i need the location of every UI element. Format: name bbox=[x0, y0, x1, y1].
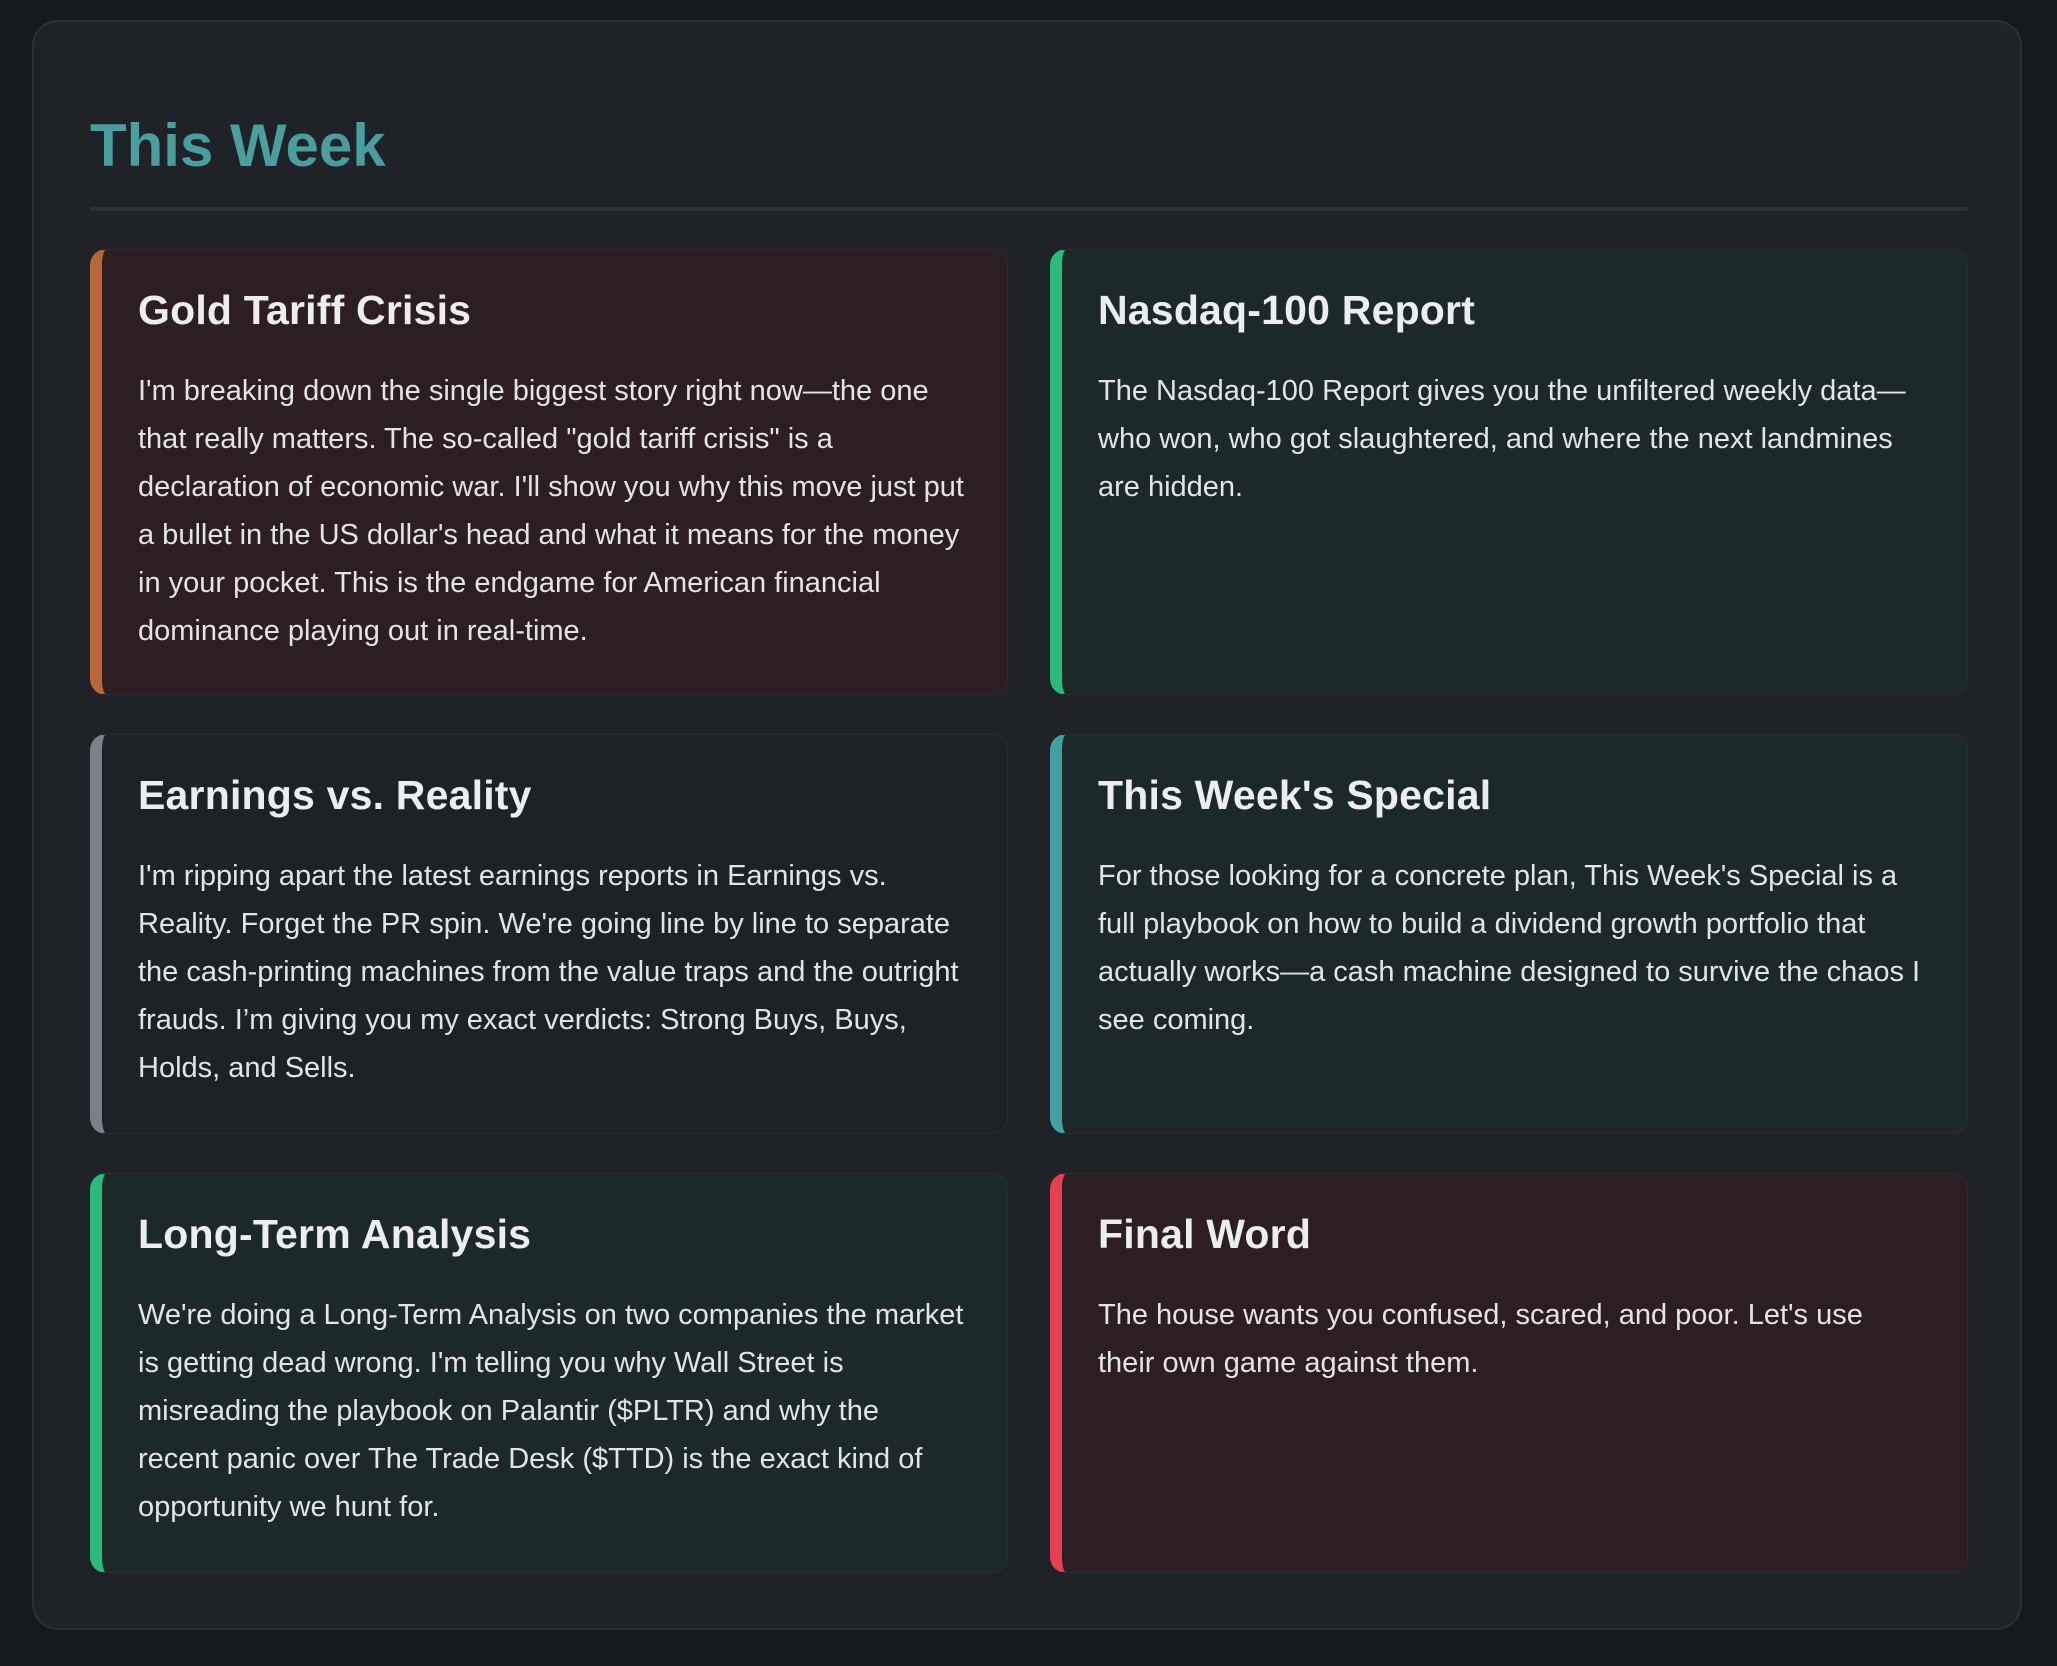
card-gold-tariff-crisis: Gold Tariff Crisis I'm breaking down the… bbox=[90, 249, 1008, 695]
card-title: Gold Tariff Crisis bbox=[138, 287, 472, 333]
card-this-weeks-special: This Week's Special For those looking fo… bbox=[1050, 734, 1968, 1134]
card-title: This Week's Special bbox=[1098, 772, 1492, 818]
card-body: For those looking for a concrete plan, T… bbox=[1098, 860, 1921, 1037]
card-body: I'm ripping apart the latest earnings re… bbox=[138, 860, 959, 1085]
card-earnings-vs-reality: Earnings vs. Reality I'm ripping apart t… bbox=[90, 734, 1008, 1134]
section-grid: Gold Tariff Crisis I'm breaking down the… bbox=[90, 249, 1968, 1573]
card-body: I'm breaking down the single biggest sto… bbox=[138, 375, 964, 648]
title-divider bbox=[90, 207, 1968, 211]
card-body: We're doing a Long-Term Analysis on two … bbox=[138, 1299, 964, 1524]
card-title: Long-Term Analysis bbox=[138, 1211, 532, 1257]
card-body: The house wants you confused, scared, an… bbox=[1098, 1299, 1863, 1380]
card-final-word: Final Word The house wants you confused,… bbox=[1050, 1173, 1968, 1573]
this-week-panel: This Week Gold Tariff Crisis I'm breakin… bbox=[32, 20, 2022, 1630]
card-title: Final Word bbox=[1098, 1211, 1312, 1257]
card-long-term-analysis: Long-Term Analysis We're doing a Long-Te… bbox=[90, 1173, 1008, 1573]
page-title: This Week bbox=[90, 112, 386, 179]
card-title: Earnings vs. Reality bbox=[138, 772, 532, 818]
card-body: The Nasdaq-100 Report gives you the unfi… bbox=[1098, 375, 1906, 504]
card-nasdaq-100-report: Nasdaq-100 Report The Nasdaq-100 Report … bbox=[1050, 249, 1968, 695]
card-title: Nasdaq-100 Report bbox=[1098, 287, 1476, 333]
